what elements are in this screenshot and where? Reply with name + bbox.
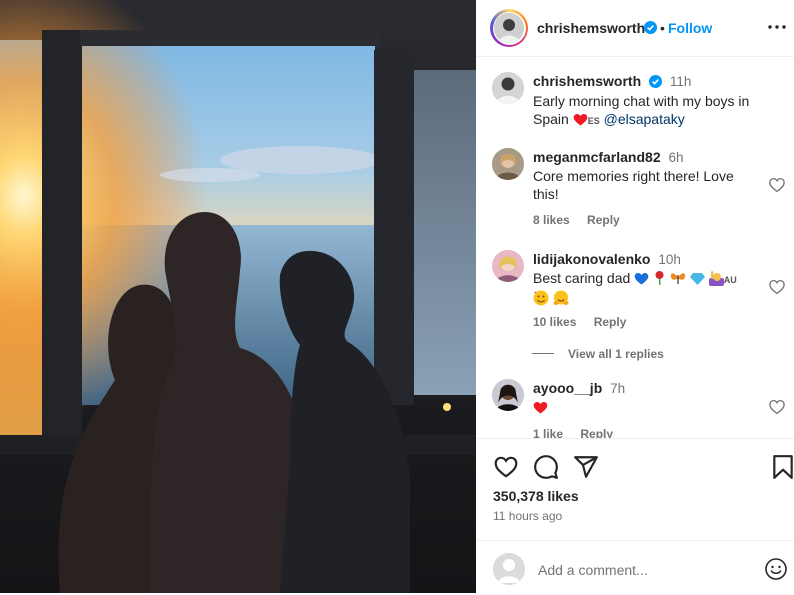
commenter-avatar[interactable] [492, 379, 524, 411]
add-comment-input[interactable] [536, 558, 750, 582]
rose-emoji-icon [653, 270, 666, 286]
blue-heart-emoji-icon [634, 270, 649, 286]
comment-username[interactable]: meganmcfarland82 [533, 149, 661, 165]
caption-username[interactable]: chrishemsworth [533, 73, 641, 89]
author-username[interactable]: chrishemsworth [537, 20, 645, 36]
bookmark-icon[interactable] [772, 454, 794, 480]
gem-emoji-icon [689, 270, 705, 286]
likes-count[interactable]: 350,378 likes [493, 488, 579, 504]
comment-meta: 8 likes Reply [533, 213, 634, 227]
share-icon[interactable] [573, 454, 599, 480]
post-photo-image [0, 0, 476, 593]
emoji-icon[interactable] [764, 557, 788, 581]
post-timestamp: 11 hours ago [493, 509, 563, 523]
red-heart-emoji-icon [533, 399, 548, 415]
comment-body: ayooo__jb 7h [533, 379, 763, 416]
comment-body: meganmcfarland82 6h Core memories right … [533, 148, 763, 203]
comment-time: 6h [668, 150, 684, 165]
comment-likes[interactable]: 1 like [533, 427, 563, 438]
view-replies-button[interactable]: View all 1 replies [532, 347, 664, 361]
comments-list[interactable]: chrishemsworth 11h Early morning chat wi… [476, 57, 794, 438]
flag-australia-icon: AU [723, 275, 737, 285]
instagram-post-view: chrishemsworth • Follow chrishemsworth 1… [0, 0, 794, 593]
comment-body: lidijakonovalenko 10h Best caring dad AU [533, 250, 763, 307]
comment-likes[interactable]: 10 likes [533, 315, 576, 329]
comment-text: Best caring dad [533, 270, 631, 286]
smiling-face-with-hearts-emoji-icon [533, 290, 549, 306]
author-avatar[interactable] [490, 9, 528, 47]
caption-avatar[interactable] [492, 72, 524, 104]
post-header: chrishemsworth • Follow [476, 0, 794, 57]
caption-time: 11h [669, 74, 692, 89]
post-side-panel: chrishemsworth • Follow chrishemsworth 1… [476, 0, 794, 593]
view-replies-label: View all 1 replies [568, 347, 664, 361]
follow-button[interactable]: Follow [668, 20, 712, 36]
mention-link[interactable]: @elsapataky [604, 111, 685, 127]
heart-icon[interactable] [493, 454, 519, 480]
comment-meta: 1 like Reply [533, 427, 627, 438]
caption-body: chrishemsworth 11h Early morning chat wi… [533, 72, 763, 130]
hugging-face-emoji-icon [553, 290, 569, 306]
reply-button[interactable]: Reply [594, 315, 627, 329]
comment-like-heart-icon[interactable] [768, 176, 786, 194]
flag-spain-icon: ES [587, 116, 600, 126]
author-avatar-image [494, 13, 524, 43]
post-actions-section: 350,378 likes 11 hours ago [476, 438, 794, 594]
more-options-icon[interactable] [766, 16, 788, 38]
verified-badge-icon [649, 74, 663, 92]
separator-dot: • [660, 20, 665, 36]
comment-meta: 10 likes Reply [533, 315, 640, 329]
butterfly-emoji-icon [670, 270, 686, 286]
reply-button[interactable]: Reply [587, 213, 620, 227]
comment-likes[interactable]: 8 likes [533, 213, 570, 227]
comment-time: 10h [658, 252, 681, 267]
comment-like-heart-icon[interactable] [768, 278, 786, 296]
commenter-avatar[interactable] [492, 148, 524, 180]
person-raising-hand-emoji-icon [708, 270, 724, 286]
comment-like-heart-icon[interactable] [768, 398, 786, 416]
comment-time: 7h [610, 381, 626, 396]
comment-text: Core memories right there! Love this! [533, 168, 734, 202]
red-heart-emoji-icon [573, 111, 588, 127]
current-user-avatar [493, 553, 525, 585]
replies-divider [532, 353, 554, 354]
comment-username[interactable]: ayooo__jb [533, 380, 602, 396]
add-comment-row [476, 540, 794, 595]
commenter-avatar[interactable] [492, 250, 524, 282]
comment-username[interactable]: lidijakonovalenko [533, 251, 650, 267]
verified-badge-icon [644, 21, 657, 37]
reply-button[interactable]: Reply [580, 427, 613, 438]
post-photo[interactable] [0, 0, 476, 593]
comment-icon[interactable] [533, 454, 559, 480]
